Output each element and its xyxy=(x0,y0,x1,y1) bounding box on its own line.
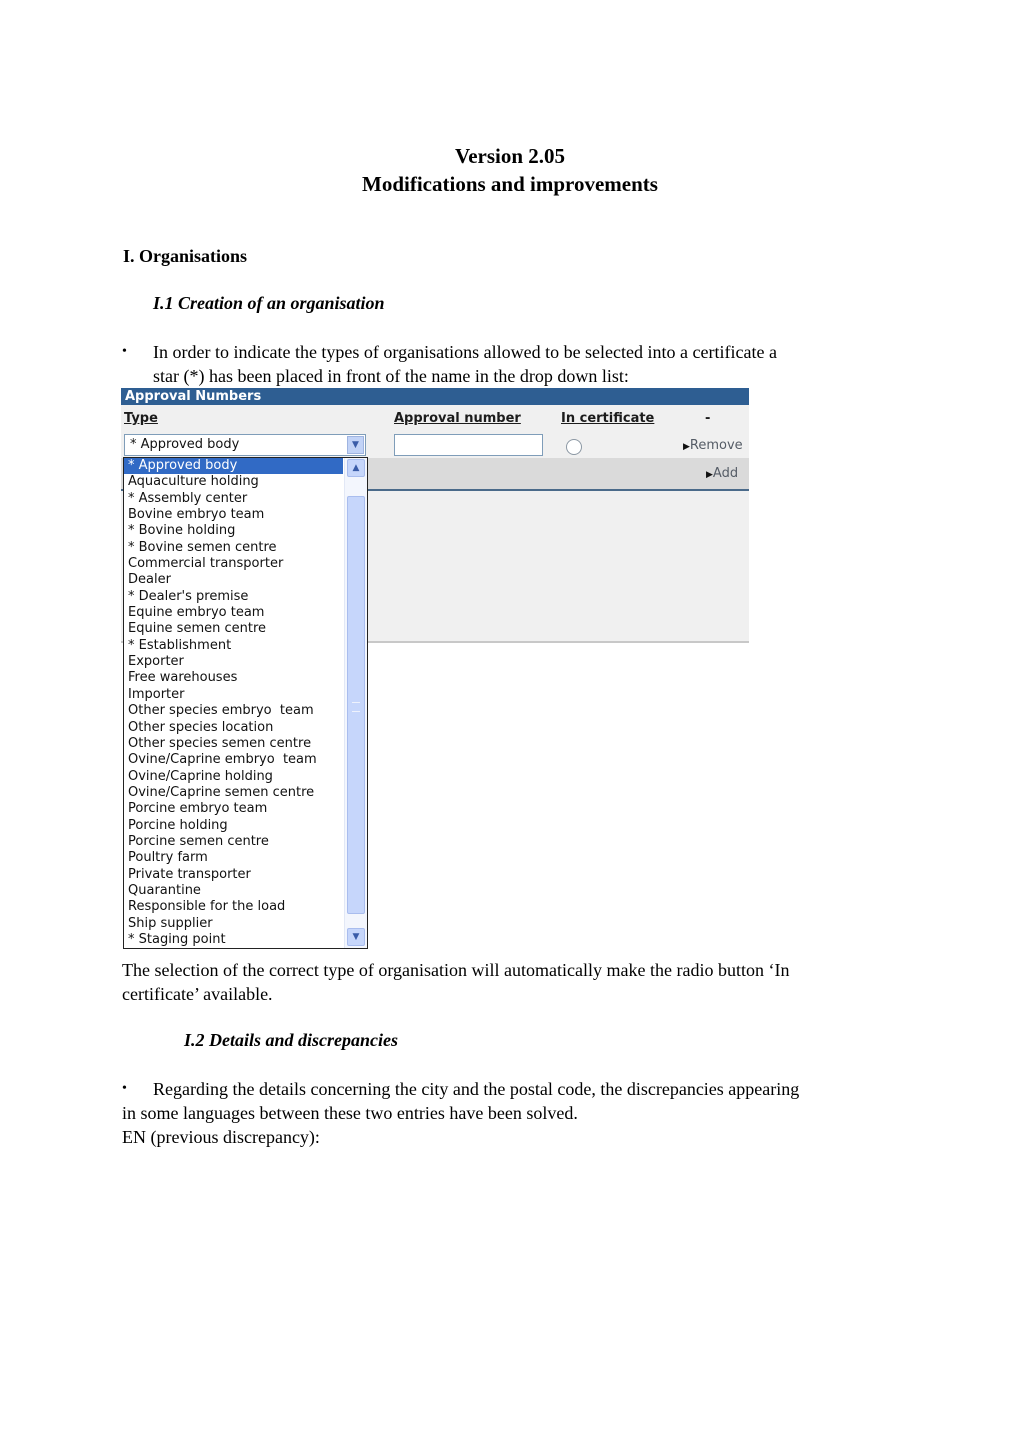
paragraph-after-screenshot-line1: The selection of the correct type of org… xyxy=(122,960,790,980)
dropdown-option[interactable]: Porcine embryo team xyxy=(124,801,343,817)
bullet-icon: • xyxy=(122,344,127,359)
type-select-value: * Approved body xyxy=(130,437,240,452)
approval-number-input[interactable] xyxy=(394,434,543,456)
dropdown-option[interactable]: Other species semen centre xyxy=(124,736,343,752)
type-select[interactable]: * Approved body ▼ xyxy=(124,434,366,456)
dropdown-option[interactable]: Porcine semen centre xyxy=(124,834,343,850)
paragraph-bullet1-line2: star (*) has been placed in front of the… xyxy=(153,366,629,386)
dropdown-option[interactable]: * Bovine semen centre xyxy=(124,540,343,556)
subsection-heading-creation: I.1 Creation of an organisation xyxy=(153,293,385,313)
dropdown-option[interactable]: Private transporter xyxy=(124,867,343,883)
paragraph-bullet1-line1: In order to indicate the types of organi… xyxy=(153,342,777,362)
column-header-type[interactable]: Type xyxy=(124,411,158,426)
column-header-approval-number[interactable]: Approval number xyxy=(394,411,521,426)
dropdown-options: * Approved body Aquaculture holding * Asse… xyxy=(124,458,367,948)
type-dropdown-list[interactable]: * Approved body Aquaculture holding * Asse… xyxy=(123,457,368,949)
document-subtitle: Modifications and improvements xyxy=(362,172,658,196)
dropdown-option[interactable]: Quarantine xyxy=(124,883,343,899)
dropdown-option[interactable]: Commercial transporter xyxy=(124,556,343,572)
paragraph-after-screenshot-line2: certificate’ available. xyxy=(122,984,273,1004)
dropdown-option[interactable]: * Assembly center xyxy=(124,491,343,507)
chevron-down-icon[interactable]: ▼ xyxy=(347,436,364,454)
section-heading-organisations: I. Organisations xyxy=(123,246,248,266)
remove-label: Remove xyxy=(689,438,743,453)
dropdown-option[interactable]: * Approved body xyxy=(124,458,343,475)
dropdown-option[interactable]: Equine embryo team xyxy=(124,605,343,621)
dropdown-option[interactable]: Porcine holding xyxy=(124,818,343,834)
add-link[interactable]: ▶Add xyxy=(706,466,738,481)
triangle-right-icon: ▶ xyxy=(706,470,713,480)
dropdown-option[interactable]: Free warehouses xyxy=(124,670,343,686)
dropdown-option[interactable]: Aquaculture holding xyxy=(124,474,343,490)
dropdown-option[interactable]: * Bovine holding xyxy=(124,523,343,539)
dropdown-option[interactable]: Ovine/Caprine holding xyxy=(124,769,343,785)
grip-icon xyxy=(352,702,360,712)
dropdown-option[interactable]: Ship supplier xyxy=(124,916,343,932)
dropdown-option[interactable]: Importer xyxy=(124,687,343,703)
dropdown-option[interactable]: Other species embryo team xyxy=(124,703,343,719)
bullet-icon: • xyxy=(122,1081,127,1096)
dropdown-option[interactable]: Dealer xyxy=(124,572,343,588)
in-certificate-radio[interactable] xyxy=(566,439,582,455)
paragraph-bullet2-line1: Regarding the details concerning the cit… xyxy=(153,1079,800,1099)
column-header-in-certificate[interactable]: In certificate xyxy=(561,411,654,426)
dropdown-option[interactable]: Ovine/Caprine semen centre xyxy=(124,785,343,801)
document-title: Version 2.05 xyxy=(454,144,566,168)
scroll-down-icon[interactable]: ▼ xyxy=(347,928,365,946)
dropdown-option[interactable]: Equine semen centre xyxy=(124,621,343,637)
dropdown-option[interactable]: * Establishment xyxy=(124,638,343,654)
en-previous-discrepancy-label: EN (previous discrepancy): xyxy=(122,1127,320,1147)
add-label: Add xyxy=(712,466,739,481)
dropdown-option[interactable]: * Dealer's premise xyxy=(124,589,343,605)
scroll-up-icon[interactable]: ▲ xyxy=(347,459,365,477)
scrollbar-thumb[interactable] xyxy=(347,496,365,914)
panel-title: Approval Numbers xyxy=(121,388,749,405)
subsection-heading-details: I.2 Details and discrepancies xyxy=(184,1030,398,1050)
dropdown-scrollbar[interactable]: ▲ ▼ xyxy=(344,458,367,948)
dropdown-option[interactable]: Ovine/Caprine embryo team xyxy=(124,752,343,768)
dropdown-option[interactable]: Bovine embryo team xyxy=(124,507,343,523)
dropdown-option[interactable]: Responsible for the load xyxy=(124,899,343,915)
dropdown-option[interactable]: Poultry farm xyxy=(124,850,343,866)
dropdown-option[interactable]: Other species location xyxy=(124,720,343,736)
dropdown-option[interactable]: * Staging point xyxy=(124,932,343,948)
dropdown-option[interactable]: Exporter xyxy=(124,654,343,670)
paragraph-bullet2-line2: in some languages between these two entr… xyxy=(122,1103,578,1123)
remove-link[interactable]: ▶Remove xyxy=(683,438,743,453)
triangle-right-icon: ▶ xyxy=(683,442,690,452)
column-header-extra: - xyxy=(705,411,711,426)
